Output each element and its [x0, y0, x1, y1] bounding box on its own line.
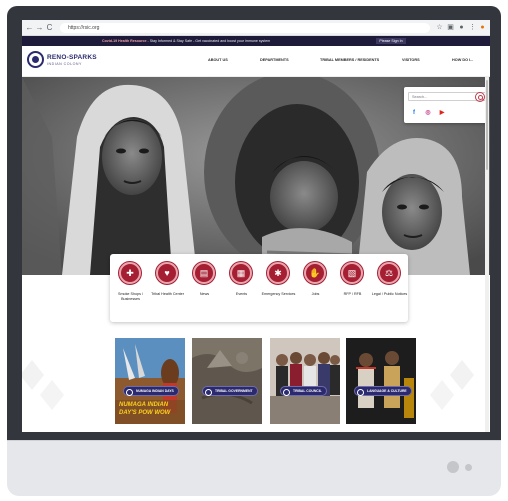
scrollbar-thumb[interactable]: [486, 80, 488, 170]
card-photo: [192, 338, 262, 424]
card-overlay-line2: DAY'S POW WOW: [119, 410, 171, 416]
store-icon: ✚: [119, 262, 141, 284]
screen-bezel: ← → C https://rsic.org ☆ ▣ ● ⋮ ● Covid-1…: [7, 6, 501, 440]
indicator-light: [447, 461, 459, 473]
card-tribal-council[interactable]: TRIBAL COUNCIL: [270, 338, 340, 424]
news-icon: ▤: [193, 262, 215, 284]
quick-link-news[interactable]: ▤ News: [186, 254, 223, 322]
facebook-icon[interactable]: f: [410, 109, 418, 117]
quick-link-jobs[interactable]: ✋ Jobs: [297, 254, 334, 322]
search-panel: Search... f ◎ ▶: [404, 87, 488, 123]
quick-link-tribal-health[interactable]: ♥ Tribal Health Center: [149, 254, 186, 322]
quick-link-legal-notices[interactable]: ⚖ Legal / Public Notices: [371, 254, 408, 322]
quick-links-panel: ✚ Smoke Shops / Businesses ♥ Tribal Heal…: [110, 254, 408, 322]
nav-item-tribal-members[interactable]: TRIBAL MEMBERS / RESIDENTS: [320, 58, 379, 62]
search-icon[interactable]: [475, 92, 485, 102]
extension-badge-icon[interactable]: ●: [478, 23, 487, 32]
quick-link-smoke-shops[interactable]: ✚ Smoke Shops / Businesses: [112, 254, 149, 322]
card-language-culture[interactable]: LANGUAGE & CULTURE: [346, 338, 416, 424]
calendar-icon: ▦: [230, 262, 252, 284]
card-numaga-pow-wow[interactable]: NUMAGA INDIAN DAYS NUMAGA INDIAN DAY'S P…: [115, 338, 185, 424]
laptop-device: ← → C https://rsic.org ☆ ▣ ● ⋮ ● Covid-1…: [7, 6, 501, 496]
card-photo: [270, 338, 340, 424]
logo-title[interactable]: RENO-SPARKS: [47, 54, 97, 61]
quick-link-label: Legal / Public Notices: [371, 292, 408, 296]
emergency-icon: ✱: [267, 262, 289, 284]
bookmark-icon[interactable]: ☆: [435, 23, 444, 32]
quick-link-emergency[interactable]: ✱ Emergency Services: [260, 254, 297, 322]
instagram-icon[interactable]: ◎: [424, 109, 432, 117]
announcement-message: Stay Informed & Stay Safe - Get vaccinat…: [149, 39, 271, 43]
reload-icon[interactable]: C: [45, 23, 54, 32]
handshake-icon: ✋: [304, 262, 326, 284]
gavel-icon: ⚖: [378, 262, 400, 284]
nav-item-about-us[interactable]: ABOUT US: [208, 58, 228, 62]
forward-icon[interactable]: →: [35, 23, 44, 32]
card-tribal-government[interactable]: TRIBAL GOVERNMENT: [192, 338, 262, 424]
health-icon: ♥: [156, 262, 178, 284]
browser-window: ← → C https://rsic.org ☆ ▣ ● ⋮ ● Covid-1…: [22, 20, 490, 432]
announcement-text: Covid-19 Health Resource - Stay Informed…: [102, 39, 271, 43]
profile-icon[interactable]: ●: [457, 23, 466, 32]
document-icon: ▧: [341, 262, 363, 284]
card-label-council: TRIBAL COUNCIL: [280, 386, 327, 396]
card-overlay-line1: NUMAGA INDIAN: [119, 402, 169, 408]
indicator-light-small: [465, 464, 472, 471]
laptop-chin: [7, 440, 501, 496]
logo-subtitle: INDIAN COLONY: [47, 62, 82, 66]
announcement-highlight[interactable]: Covid-19 Health Resource: [102, 39, 147, 43]
nav-item-visitors[interactable]: VISITORS: [402, 58, 420, 62]
back-icon[interactable]: ←: [25, 23, 34, 32]
nav-item-departments[interactable]: DEPARTMENTS: [260, 58, 289, 62]
hero-banner: Search... f ◎ ▶: [22, 77, 490, 275]
announcement-bar: Covid-19 Health Resource - Stay Informed…: [22, 36, 490, 46]
feature-cards: NUMAGA INDIAN DAYS NUMAGA INDIAN DAY'S P…: [22, 330, 490, 432]
card-label-numaga: NUMAGA INDIAN DAYS: [123, 386, 179, 396]
site-header: RENO-SPARKS INDIAN COLONY ABOUT US DEPAR…: [22, 46, 490, 77]
card-label-government: TRIBAL GOVERNMENT: [202, 386, 258, 396]
extensions-icon[interactable]: ▣: [446, 23, 455, 32]
card-photo: [346, 338, 416, 424]
sign-in-button[interactable]: Please Sign In: [376, 38, 406, 44]
menu-icon[interactable]: ⋮: [468, 23, 477, 32]
address-bar[interactable]: https://rsic.org: [60, 23, 430, 33]
quick-link-events[interactable]: ▦ Events: [223, 254, 260, 322]
card-label-language: LANGUAGE & CULTURE: [354, 386, 412, 396]
quick-link-rfp[interactable]: ▧ RFP / RFB: [334, 254, 371, 322]
browser-toolbar: ← → C https://rsic.org ☆ ▣ ● ⋮ ●: [22, 20, 490, 36]
youtube-icon[interactable]: ▶: [438, 109, 446, 117]
nav-item-how-do-i[interactable]: HOW DO I...: [452, 58, 473, 62]
logo-icon[interactable]: [27, 51, 44, 68]
